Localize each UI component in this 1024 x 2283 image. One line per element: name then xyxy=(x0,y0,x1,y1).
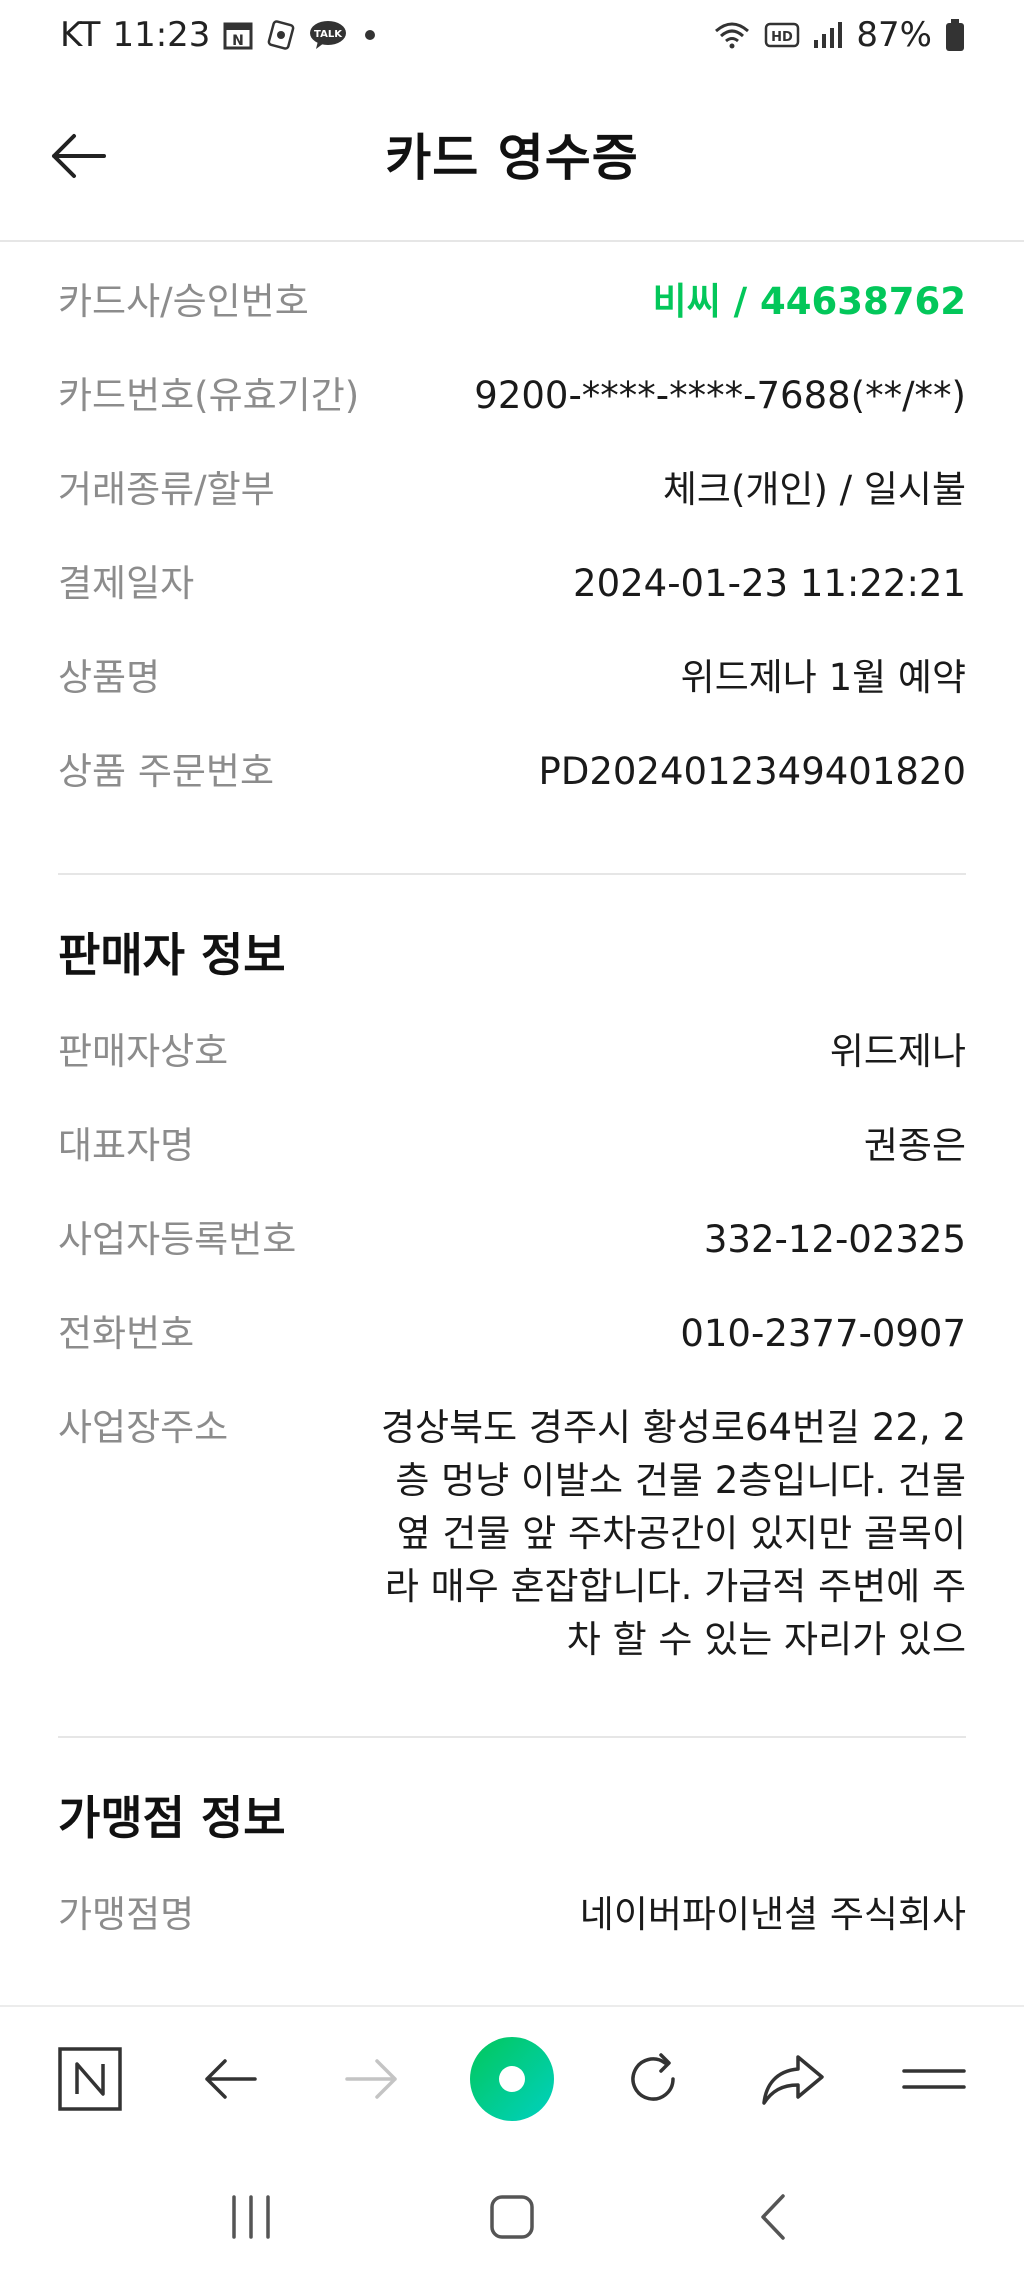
svg-text:HD: HD xyxy=(772,30,794,45)
section-divider xyxy=(58,1736,966,1738)
row-value: 네이버파이낸셜 주식회사 xyxy=(579,1893,966,1936)
receipt-content: 카드사/승인번호 비씨 / 44638762 카드번호(유효기간) 9200-*… xyxy=(58,275,966,1982)
row-label: 상품명 xyxy=(58,656,161,699)
home-icon xyxy=(490,2194,534,2239)
browser-forward-button[interactable] xyxy=(321,2029,421,2129)
status-left: KT 11:23 N TALK xyxy=(60,15,380,55)
back-arrow-icon xyxy=(205,2058,257,2099)
row-value: 권종은 xyxy=(863,1124,966,1167)
svg-text:TALK: TALK xyxy=(314,29,343,40)
row-value: 체크(개인) / 일시불 xyxy=(662,468,966,511)
svg-text:N: N xyxy=(233,33,245,49)
section-divider xyxy=(58,873,966,875)
browser-bottom-nav xyxy=(0,2005,1024,2150)
row-label: 대표자명 xyxy=(58,1124,195,1167)
seller-row-phone: 전화번호 010-2377-0907 xyxy=(58,1307,966,1401)
row-label: 사업장주소 xyxy=(58,1406,229,1449)
merchant-row-name: 가맹점명 네이버파이낸셜 주식회사 xyxy=(58,1888,966,1982)
browser-back-button[interactable] xyxy=(181,2029,281,2129)
signal-icon xyxy=(812,20,844,50)
receipt-info: 카드사/승인번호 비씨 / 44638762 카드번호(유효기간) 9200-*… xyxy=(58,275,966,839)
row-value: 경상북도 경주시 황성로64번길 22, 2층 멍냥 이발소 건물 2층입니다.… xyxy=(381,1406,966,1661)
naver-home-button[interactable] xyxy=(40,2029,140,2129)
home-button[interactable] xyxy=(462,2167,562,2267)
page-title: 카드 영수증 xyxy=(385,129,639,187)
row-label: 판매자상호 xyxy=(58,1030,229,1073)
hd-icon: HD xyxy=(764,20,800,50)
row-value: 위드제나 xyxy=(829,1030,966,1073)
green-dot-button[interactable] xyxy=(462,2029,562,2129)
row-value: PD2024012349401820 xyxy=(538,750,966,793)
app-icon xyxy=(266,20,296,50)
wifi-icon xyxy=(712,19,752,51)
menu-icon xyxy=(901,2068,966,2089)
recent-apps-icon xyxy=(231,2194,270,2239)
forward-arrow-icon xyxy=(345,2058,398,2099)
app-bar: 카드 영수증 xyxy=(0,70,1024,242)
time-label: 11:23 xyxy=(112,15,211,55)
receipt-row-card-number: 카드번호(유효기간) 9200-****-****-7688(**/**) xyxy=(58,369,966,463)
system-nav-bar xyxy=(0,2150,1024,2283)
battery-percent: 87% xyxy=(856,15,932,55)
row-label: 결제일자 xyxy=(58,562,195,605)
refresh-button[interactable] xyxy=(603,2029,703,2129)
row-label: 전화번호 xyxy=(58,1312,195,1355)
row-label: 거래종류/할부 xyxy=(58,468,275,511)
receipt-row-card-approval: 카드사/승인번호 비씨 / 44638762 xyxy=(58,275,966,369)
status-right: HD 87% xyxy=(712,15,966,55)
carrier-label: KT xyxy=(60,15,101,55)
seller-section: 판매자 정보 판매자상호 위드제나 대표자명 권종은 사업자등록번호 332-1… xyxy=(58,915,966,1702)
menu-button[interactable] xyxy=(884,2029,984,2129)
system-back-button[interactable] xyxy=(723,2167,823,2267)
row-value: 010-2377-0907 xyxy=(680,1312,966,1355)
row-value: 332-12-02325 xyxy=(703,1218,966,1261)
green-dot-icon xyxy=(469,2036,554,2121)
share-icon xyxy=(762,2054,824,2105)
refresh-icon xyxy=(630,2052,675,2101)
receipt-row-transaction-type: 거래종류/할부 체크(개인) / 일시불 xyxy=(58,463,966,557)
row-label: 카드번호(유효기간) xyxy=(58,374,360,417)
row-label: 가맹점명 xyxy=(58,1893,195,1936)
seller-row-address: 사업장주소 경상북도 경주시 황성로64번길 22, 2층 멍냥 이발소 건물 … xyxy=(58,1401,966,1702)
status-bar: KT 11:23 N TALK HD 87% xyxy=(0,0,1024,70)
chevron-left-icon xyxy=(761,2193,786,2240)
battery-icon xyxy=(944,18,966,52)
receipt-row-product-name: 상품명 위드제나 1월 예약 xyxy=(58,651,966,745)
dot-icon xyxy=(360,25,380,45)
talk-icon: TALK xyxy=(308,19,348,51)
row-label: 카드사/승인번호 xyxy=(58,280,309,323)
seller-row-name: 판매자상호 위드제나 xyxy=(58,1025,966,1119)
recent-apps-button[interactable] xyxy=(201,2167,301,2267)
seller-row-representative: 대표자명 권종은 xyxy=(58,1119,966,1213)
row-label: 상품 주문번호 xyxy=(58,750,275,793)
receipt-row-payment-date: 결제일자 2024-01-23 11:22:21 xyxy=(58,557,966,651)
naver-home-icon xyxy=(58,2046,123,2111)
row-value: 비씨 / 44638762 xyxy=(652,280,966,323)
share-button[interactable] xyxy=(743,2029,843,2129)
merchant-section-title: 가맹점 정보 xyxy=(58,1791,286,1845)
row-value: 2024-01-23 11:22:21 xyxy=(573,562,966,605)
row-value: 9200-****-****-7688(**/**) xyxy=(474,374,966,417)
seller-row-business-number: 사업자등록번호 332-12-02325 xyxy=(58,1213,966,1307)
calendar-n-icon: N xyxy=(222,19,254,51)
merchant-section: 가맹점 정보 가맹점명 네이버파이낸셜 주식회사 xyxy=(58,1778,966,1982)
row-label: 사업자등록번호 xyxy=(58,1218,297,1261)
row-value: 위드제나 1월 예약 xyxy=(680,656,966,699)
receipt-row-order-number: 상품 주문번호 PD2024012349401820 xyxy=(58,745,966,839)
seller-section-title: 판매자 정보 xyxy=(58,928,286,982)
